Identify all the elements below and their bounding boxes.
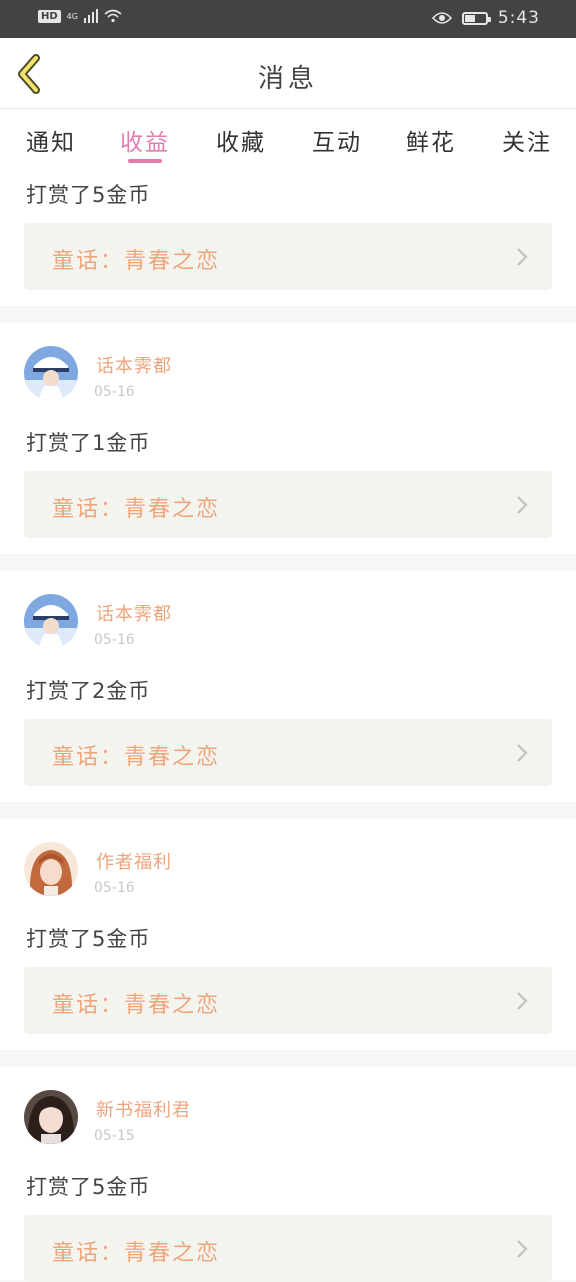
- page-title: 消息: [257, 64, 318, 94]
- chevron-right-icon: [517, 1240, 528, 1258]
- book-link[interactable]: 童话：青春之恋: [24, 967, 552, 1034]
- tab-earnings[interactable]: 收益: [120, 123, 170, 163]
- chevron-right-icon: [517, 992, 528, 1010]
- user-name[interactable]: 新书福利君: [96, 1096, 191, 1122]
- avatar[interactable]: [24, 594, 78, 648]
- tab-following[interactable]: 关注: [502, 123, 552, 157]
- clock: 5:43: [497, 8, 540, 28]
- reward-text: 打赏了5金币: [26, 927, 151, 951]
- active-tab-indicator: [128, 159, 162, 163]
- list-item: 话本霁都 05-16 打赏了2金币 童话：青春之恋: [0, 571, 576, 802]
- list-item: 新书福利君 05-15 打赏了5金币 童话：青春之恋: [0, 1067, 576, 1282]
- user-name[interactable]: 话本霁都: [96, 600, 172, 626]
- battery-icon: [461, 11, 491, 25]
- reward-text: 打赏了5金币: [26, 1175, 151, 1199]
- book-link[interactable]: 童话：青春之恋: [24, 719, 552, 786]
- book-title: 童话：青春之恋: [52, 993, 221, 1018]
- eye-icon: [431, 12, 452, 24]
- reward-text: 打赏了5金币: [26, 183, 151, 207]
- tab-favorites[interactable]: 收藏: [216, 123, 266, 157]
- user-name[interactable]: 作者福利: [96, 848, 172, 874]
- signal-icon: [83, 9, 98, 23]
- top-bar: 消息: [0, 38, 576, 109]
- book-link[interactable]: 童话：青春之恋: [24, 1215, 552, 1282]
- status-bar: HD 4G 5:43: [0, 0, 576, 38]
- tab-bar: 通知 收益 收藏 互动 鲜花 关注: [0, 109, 576, 167]
- avatar[interactable]: [24, 346, 78, 400]
- message-date: 05-15: [94, 1128, 135, 1144]
- message-date: 05-16: [94, 632, 135, 648]
- book-title: 童话：青春之恋: [52, 497, 221, 522]
- reward-text: 打赏了2金币: [26, 679, 151, 703]
- reward-text: 打赏了1金币: [26, 431, 151, 455]
- list-item: 作者福利 05-16 打赏了5金币 童话：青春之恋: [0, 819, 576, 1050]
- book-link[interactable]: 童话：青春之恋: [24, 223, 552, 290]
- tab-interactions[interactable]: 互动: [312, 123, 362, 157]
- book-title: 童话：青春之恋: [52, 745, 221, 770]
- tab-notifications[interactable]: 通知: [26, 123, 76, 157]
- message-date: 05-16: [94, 880, 135, 896]
- network-type: 4G: [66, 11, 78, 21]
- avatar[interactable]: [24, 842, 78, 896]
- list-item: 话本霁都 05-16 打赏了1金币 童话：青春之恋: [0, 323, 576, 554]
- chevron-right-icon: [517, 248, 528, 266]
- chevron-right-icon: [517, 744, 528, 762]
- avatar[interactable]: [24, 1090, 78, 1144]
- book-title: 童话：青春之恋: [52, 249, 221, 274]
- wifi-icon: [104, 9, 122, 23]
- list-item: 打赏了5金币 童话：青春之恋: [0, 167, 576, 306]
- message-date: 05-16: [94, 384, 135, 400]
- chevron-right-icon: [517, 496, 528, 514]
- tab-flowers[interactable]: 鲜花: [406, 123, 456, 157]
- user-name[interactable]: 话本霁都: [96, 352, 172, 378]
- hd-badge: HD: [38, 9, 61, 23]
- book-link[interactable]: 童话：青春之恋: [24, 471, 552, 538]
- book-title: 童话：青春之恋: [52, 1241, 221, 1266]
